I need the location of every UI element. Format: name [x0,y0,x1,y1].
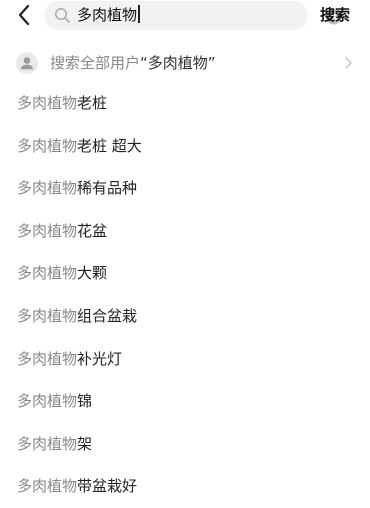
suggestion-item[interactable]: 多肉植物锦 [0,380,370,423]
suggestion-suffix: 老桩 超大 [77,136,142,155]
suggestion-item[interactable]: 多肉植物组合盆栽 [0,295,370,338]
back-arrow-icon [18,4,30,26]
suggestion-list: 多肉植物老桩 多肉植物老桩 超大 多肉植物稀有品种 多肉植物花盆 多肉植物大颗 … [0,82,370,508]
suggestion-prefix: 多肉植物 [17,349,78,368]
search-all-users-row[interactable]: 搜索全部用户“多肉植物” [0,50,370,76]
text-caret [138,5,140,23]
suggestion-prefix: 多肉植物 [17,179,78,198]
suggestion-suffix: 老桩 [77,94,108,112]
suggestion-prefix: 多肉植物 [17,477,78,496]
suggestion-prefix: 多肉植物 [17,392,78,411]
suggestion-suffix: 大颗 [77,264,108,283]
suggestion-suffix: 稀有品种 [77,179,138,198]
suggestion-prefix: 多肉植物 [17,221,78,240]
suggestion-item[interactable]: 多肉植物大颗 [0,252,370,295]
suggestion-suffix: 组合盆栽 [77,306,138,325]
search-all-users-label: 搜索全部用户“多肉植物” [50,52,216,74]
suggestion-suffix: 补光灯 [77,349,123,368]
suggestion-suffix: 锦 [77,392,93,411]
back-button[interactable] [12,3,36,27]
suggestion-prefix: 多肉植物 [17,94,78,112]
suggestion-item[interactable]: 多肉植物老桩 超大 [0,125,370,168]
user-search-keyword: “多肉植物” [140,54,216,72]
suggestion-prefix: 多肉植物 [17,306,78,325]
suggestion-item[interactable]: 多肉植物带盆栽好 [0,465,370,508]
user-search-prefix: 搜索全部用户 [50,54,141,72]
suggestion-prefix: 多肉植物 [17,434,78,453]
search-icon [54,7,70,23]
suggestion-item[interactable]: 多肉植物稀有品种 [0,167,370,210]
user-icon [16,52,38,74]
suggestion-suffix: 架 [77,434,93,453]
search-query[interactable]: 多肉植物 [77,5,140,26]
search-input[interactable]: 多肉植物 [44,1,342,30]
suggestion-prefix: 多肉植物 [17,264,78,283]
search-query-text: 多肉植物 [77,6,138,24]
suggestion-item[interactable]: 多肉植物补光灯 [0,338,370,381]
suggestion-suffix: 带盆栽好 [77,477,138,496]
suggestion-item[interactable]: 多肉植物架 [0,423,370,466]
suggestion-item[interactable]: 多肉植物花盆 [0,210,370,253]
search-button[interactable]: 搜索 [320,5,350,25]
suggestion-prefix: 多肉植物 [17,136,78,155]
suggestion-suffix: 花盆 [77,221,108,240]
suggestion-item[interactable]: 多肉植物老桩 [0,82,370,125]
search-header: 多肉植物 搜索 [0,0,370,30]
chevron-right-icon [345,57,352,69]
